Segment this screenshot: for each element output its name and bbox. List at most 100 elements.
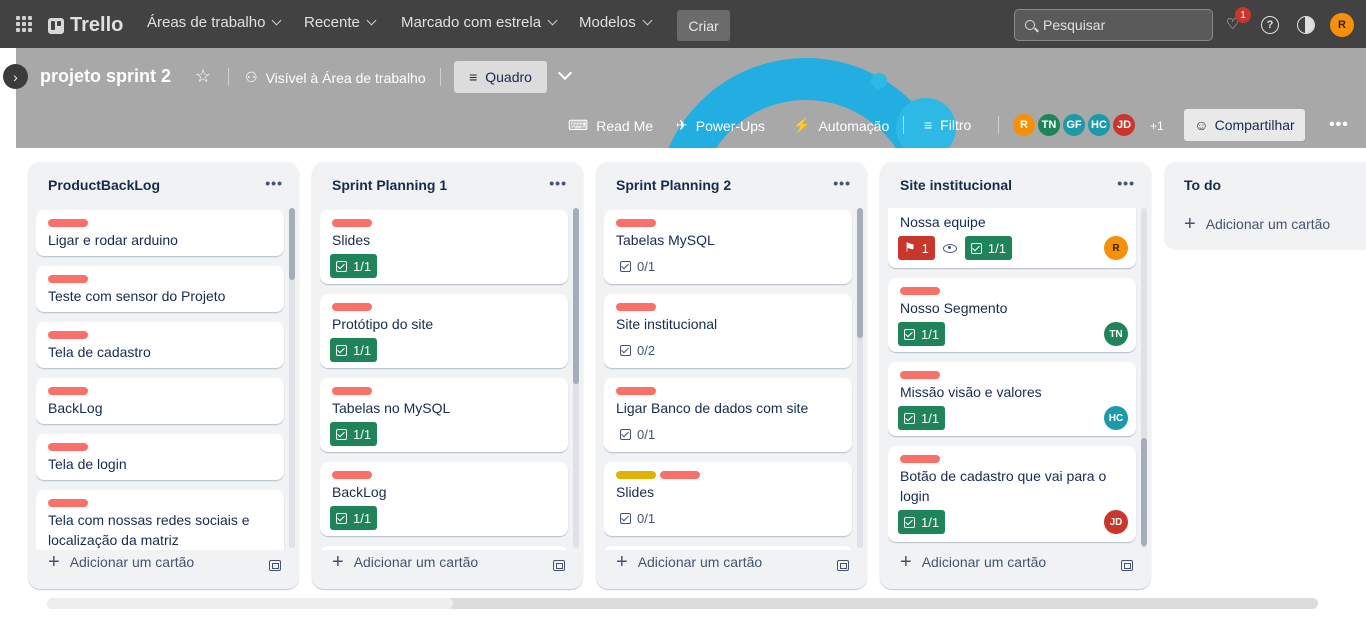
card[interactable]: Tela de cadastro — [36, 322, 284, 368]
create-button[interactable]: Criar — [677, 10, 730, 41]
card[interactable]: Tabelas no MySQL 1/1 — [320, 378, 568, 452]
card[interactable]: BackLog — [36, 378, 284, 424]
list-title[interactable]: Sprint Planning 2 — [616, 177, 731, 193]
board-title[interactable]: projeto sprint 2 — [40, 66, 171, 87]
member-avatar[interactable]: HC — [1086, 112, 1112, 138]
card-title: Teste com sensor do Projeto — [48, 288, 226, 304]
read-me-button[interactable]: ⌨ Read Me — [568, 117, 653, 134]
list-scrollbar[interactable] — [573, 208, 579, 548]
card[interactable]: Slides 1/1 — [320, 210, 568, 284]
member-avatar[interactable]: GF — [1061, 112, 1087, 138]
menu-templates[interactable]: Modelos — [579, 14, 653, 31]
checkbox-icon — [970, 242, 982, 254]
card[interactable]: Site institucional 0/2 — [604, 294, 852, 368]
card-member-avatar[interactable]: HC — [1104, 406, 1128, 430]
list-menu-icon[interactable]: ••• — [265, 175, 283, 191]
list-menu-icon[interactable]: ••• — [833, 175, 851, 191]
star-icon[interactable]: ☆ — [195, 66, 211, 87]
card[interactable]: Tela de login — [36, 434, 284, 480]
rocket-icon: ✈ — [676, 117, 688, 133]
card-member-avatar[interactable]: JD — [1104, 510, 1128, 534]
list-title[interactable]: Sprint Planning 1 — [332, 177, 447, 193]
account-avatar[interactable]: R — [1330, 13, 1354, 37]
card[interactable]: Teste com sensor do Projeto — [36, 266, 284, 312]
scrollbar-thumb[interactable] — [47, 598, 453, 609]
list-cards: Slides 1/1 Protótipo do site 1/1 Tabelas n… — [320, 208, 570, 550]
member-avatar[interactable]: JD — [1111, 112, 1137, 138]
list-menu-icon[interactable]: ••• — [549, 175, 567, 191]
list-scrollbar[interactable] — [857, 208, 863, 548]
list-menu-icon[interactable]: ••• — [1117, 175, 1135, 191]
create-from-template-icon[interactable] — [1121, 560, 1133, 571]
scrollbar-thumb[interactable] — [857, 208, 863, 338]
menu-workspaces-label: Áreas de trabalho — [147, 14, 266, 31]
checklist-count: 1/1 — [921, 514, 940, 530]
search-input[interactable]: Pesquisar — [1014, 9, 1213, 41]
card[interactable]: Nossa equipe ⚑ 1 1/1 R — [888, 208, 1136, 268]
card[interactable]: Ligar e rodar arduino — [36, 210, 284, 256]
trello-logo-icon — [48, 17, 64, 34]
menu-recent[interactable]: Recente — [304, 14, 377, 31]
member-avatar[interactable]: R — [1011, 112, 1037, 138]
add-card-button[interactable]: + Adicionar um cartão — [616, 552, 762, 572]
help-icon[interactable]: ? — [1261, 16, 1279, 34]
notification-badge: 1 — [1235, 7, 1251, 23]
card[interactable]: Nosso Segmento 1/1 TN — [888, 278, 1136, 352]
checkbox-icon — [904, 412, 915, 424]
read-me-label: Read Me — [596, 117, 654, 134]
board-view-button[interactable]: ≡ Quadro — [454, 61, 547, 93]
card-member-avatar[interactable]: TN — [1104, 322, 1128, 346]
trello-logo[interactable]: Trello — [48, 14, 123, 37]
visibility-label: Visível à Área de trabalho — [265, 69, 426, 86]
list-scrollbar[interactable] — [289, 208, 295, 548]
checklist-badge: 0/2 — [614, 338, 661, 362]
member-avatar[interactable]: TN — [1036, 112, 1062, 138]
plus-icon: + — [1184, 213, 1196, 235]
checklist-count: 0/1 — [637, 510, 656, 526]
menu-workspaces[interactable]: Áreas de trabalho — [147, 14, 282, 31]
add-card-button[interactable]: + Adicionar um cartão — [900, 552, 1046, 572]
visibility-button[interactable]: ⚇ Visível à Área de trabalho — [245, 69, 426, 86]
list-cards: Nossa equipe ⚑ 1 1/1 R Nosso Segmento 1/1 TN M… — [888, 208, 1138, 550]
scrollbar-thumb[interactable] — [1141, 438, 1147, 546]
card[interactable]: Slides 0/1 — [604, 462, 852, 536]
automation-button[interactable]: ⚡ Automação — [793, 117, 889, 134]
expand-sidebar-button[interactable]: › — [3, 64, 28, 89]
card[interactable]: Tela com nossas redes sociais e localiza… — [36, 490, 284, 550]
add-card-button[interactable]: + Adicionar um cartão — [332, 552, 478, 572]
card-label — [48, 387, 88, 395]
board-horizontal-scrollbar[interactable] — [47, 598, 1318, 609]
board-menu-icon[interactable]: ••• — [1329, 116, 1349, 134]
card[interactable]: Protótipo do site 1/1 — [320, 294, 568, 368]
card[interactable] — [320, 546, 568, 550]
list-title[interactable]: Site institucional — [900, 177, 1012, 193]
list-title[interactable]: ProductBackLog — [48, 177, 160, 193]
list-title[interactable]: To do — [1184, 177, 1221, 193]
card[interactable] — [604, 546, 852, 550]
share-button[interactable]: ☺ Compartilhar — [1184, 109, 1305, 141]
theme-toggle-icon[interactable] — [1297, 16, 1315, 34]
card[interactable]: Ligar Banco de dados com site 0/1 — [604, 378, 852, 452]
scrollbar-thumb[interactable] — [289, 208, 295, 280]
add-card-button[interactable]: + Adicionar um cartão — [1184, 213, 1330, 235]
card[interactable]: BackLog 1/1 — [320, 462, 568, 536]
card-label — [332, 303, 372, 311]
card[interactable]: Botão de cadastro que vai para o login 1/… — [888, 446, 1136, 542]
card-member-avatar[interactable]: R — [1104, 236, 1128, 260]
scrollbar-thumb[interactable] — [573, 208, 579, 384]
power-ups-button[interactable]: ✈ Power-Ups — [676, 117, 765, 134]
app-switcher-icon[interactable] — [16, 16, 32, 32]
menu-starred[interactable]: Marcado com estrela — [401, 14, 558, 31]
chevron-down-icon — [642, 15, 653, 26]
create-from-template-icon[interactable] — [837, 560, 849, 571]
create-from-template-icon[interactable] — [553, 560, 565, 571]
card-title: Tela de cadastro — [48, 344, 151, 360]
card[interactable]: Missão visão e valores 1/1 HC — [888, 362, 1136, 436]
card[interactable]: Tabelas MySQL 0/1 — [604, 210, 852, 284]
extra-members-count[interactable]: +1 — [1150, 119, 1164, 133]
filter-button[interactable]: ≡ Filtro — [924, 117, 971, 133]
list-scrollbar[interactable] — [1141, 208, 1147, 548]
create-from-template-icon[interactable] — [269, 560, 281, 571]
brand-name: Trello — [70, 14, 124, 36]
add-card-button[interactable]: + Adicionar um cartão — [48, 552, 194, 572]
